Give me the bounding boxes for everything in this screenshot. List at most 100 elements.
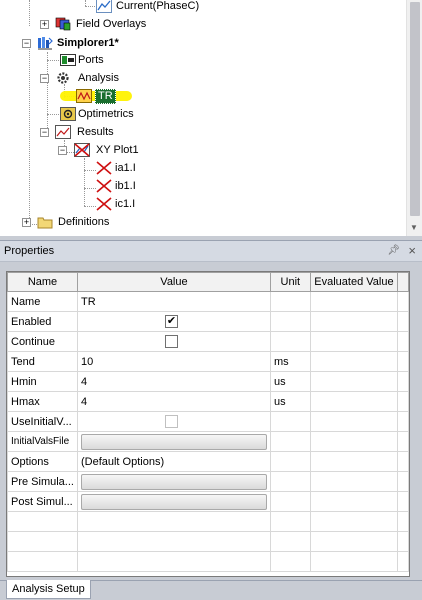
property-value: ✔ [76,311,271,332]
table-row: Name TR [7,291,409,312]
tree-item-results[interactable]: − Results [40,124,160,140]
collapse-icon[interactable]: − [58,146,67,155]
table-row: InitialValsFile [7,431,409,452]
table-row: Hmin 4 us [7,371,409,392]
column-header-evaluated-value[interactable]: Evaluated Value [309,272,399,292]
simplorer-design-icon [38,37,53,50]
pin-icon[interactable]: 📌︎ [387,245,400,256]
column-header-unit[interactable]: Unit [269,272,311,292]
property-unit [269,331,311,352]
table-row-empty [7,531,409,552]
property-unit [269,411,311,432]
tree-item-xy-plot1[interactable]: − XY Plot1 [58,142,178,158]
property-evaluated [309,451,399,472]
scroll-down-icon[interactable]: ▼ [410,223,418,232]
property-evaluated [309,431,399,452]
table-row: Continue [7,331,409,352]
property-name: UseInitialV... [7,411,78,432]
collapse-icon[interactable]: − [22,39,31,48]
table-row: Pre Simula... [7,471,409,492]
property-evaluated [309,471,399,492]
expand-icon[interactable]: + [40,20,49,29]
property-evaluated [309,291,399,312]
table-row: Post Simul... [7,491,409,512]
property-evaluated [309,391,399,412]
table-header-row: Name Value Unit Evaluated Value [7,272,409,292]
property-name: Options [7,451,78,472]
project-tree[interactable]: Current(PhaseC) + Field Overlays − Simpl… [0,0,422,236]
close-icon[interactable]: × [408,243,416,258]
property-value[interactable]: TR [76,291,271,312]
tree-item-label: ib1.I [115,180,136,192]
tab-analysis-setup[interactable]: Analysis Setup [6,580,91,599]
tree-item-label: Field Overlays [76,18,147,30]
property-unit[interactable]: us [269,371,311,392]
property-evaluated [309,371,399,392]
tree-item-label: XY Plot1 [96,144,139,156]
property-value[interactable]: (Default Options) [76,451,271,472]
table-row: Hmax 4 us [7,391,409,412]
property-value [76,491,271,512]
table-row: Options (Default Options) [7,451,409,472]
property-evaluated [309,411,399,432]
expand-icon[interactable]: + [22,218,31,227]
property-value[interactable]: 4 [76,371,271,392]
tree-vertical-scrollbar[interactable]: ▼ [406,0,422,236]
tree-item-analysis[interactable]: − Analysis [40,70,160,86]
tree-item-label: Simplorer1* [57,37,119,49]
tree-item-label: Analysis [78,72,119,84]
tree-item-tr[interactable]: TR [76,88,136,104]
property-unit [269,491,311,512]
tree-item-label: Current(PhaseC) [116,0,200,12]
enabled-checkbox[interactable]: ✔ [164,315,178,328]
property-evaluated [309,311,399,332]
tree-item-ia1[interactable]: ia1.I [96,160,176,176]
trace-invalid-icon [96,197,112,211]
tree-item-definitions[interactable]: + Definitions [22,214,142,230]
properties-panel-header: Properties 📌︎ × [0,240,422,262]
initial-vals-file-button[interactable] [80,433,267,450]
property-name: Hmin [7,371,78,392]
property-name: Hmax [7,391,78,412]
property-unit [269,311,311,332]
tree-item-simplorer1[interactable]: − Simplorer1* [22,35,182,51]
property-unit [269,291,311,312]
tree-item-label: TR [95,89,116,104]
gear-icon [57,72,69,84]
table-row: Enabled ✔ [7,311,409,332]
tree-item-optimetrics[interactable]: Optimetrics [60,106,180,122]
property-evaluated [309,331,399,352]
continue-checkbox[interactable] [164,335,178,348]
tree-item-label: ia1.I [115,162,136,174]
property-evaluated [309,351,399,372]
tree-item-current-phasec[interactable]: Current(PhaseC) [96,0,246,14]
tree-item-ic1[interactable]: ic1.I [96,196,176,212]
table-row: Tend 10 ms [7,351,409,372]
tree-item-label: ic1.I [115,198,136,210]
pre-simulation-button[interactable] [80,473,267,490]
tree-item-ib1[interactable]: ib1.I [96,178,176,194]
property-value[interactable]: 10 [76,351,271,372]
tree-item-field-overlays[interactable]: + Field Overlays [40,16,200,32]
optimetrics-icon [60,107,76,121]
scrollbar-thumb[interactable] [410,2,420,216]
table-row-empty [7,551,409,572]
property-name: Tend [7,351,78,372]
tree-item-ports[interactable]: Ports [60,52,160,68]
trace-invalid-icon [96,179,112,193]
trace-invalid-icon [96,161,112,175]
transient-analysis-icon [76,89,92,103]
property-name: Enabled [7,311,78,332]
column-header-value[interactable]: Value [76,272,271,292]
property-unit[interactable]: us [269,391,311,412]
post-simulation-button[interactable] [80,493,267,510]
collapse-icon[interactable]: − [40,74,49,83]
tree-item-label: Ports [78,54,104,66]
collapse-icon[interactable]: − [40,128,49,137]
column-header-filler [397,272,409,292]
property-name: Pre Simula... [7,471,78,492]
use-initial-values-checkbox[interactable] [164,415,178,428]
property-unit[interactable]: ms [269,351,311,372]
property-value[interactable]: 4 [76,391,271,412]
column-header-name[interactable]: Name [7,272,78,292]
